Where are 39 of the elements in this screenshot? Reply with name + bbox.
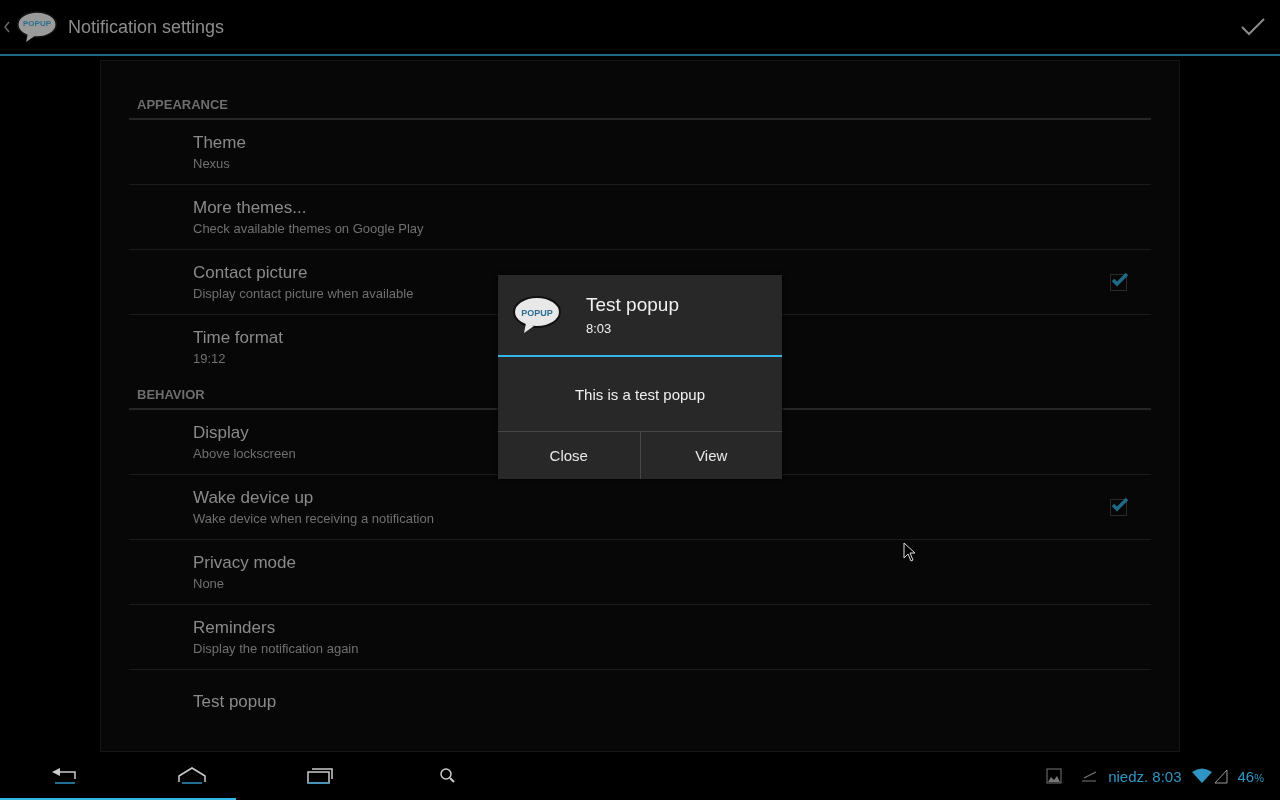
setting-summary: Above lockscreen — [193, 446, 296, 461]
setting-summary: Display the notification again — [193, 641, 359, 656]
setting-summary: Nexus — [193, 156, 230, 171]
screen-title: Notification settings — [68, 16, 225, 38]
section-header: APPEARANCE — [129, 89, 1151, 120]
battery-level: 46% — [1237, 767, 1264, 785]
mouse-cursor-icon — [903, 542, 917, 562]
setting-summary: None — [193, 576, 225, 591]
checkmark-icon[interactable] — [1240, 17, 1266, 37]
dialog-button[interactable]: View — [639, 432, 782, 479]
setting-summary: 19:12 — [193, 351, 226, 366]
recent-apps-icon[interactable] — [306, 767, 334, 785]
setting-summary: Wake device when receiving a notification — [193, 511, 434, 526]
popup-logo: POPUP — [512, 295, 562, 335]
setting-title: Reminders — [193, 618, 276, 638]
wifi-icon — [1191, 768, 1212, 784]
back-icon[interactable] — [50, 767, 78, 785]
setting-title: More themes... — [193, 198, 307, 218]
status-clock: niedz. 8:03 — [1108, 767, 1182, 785]
home-icon[interactable] — [177, 767, 207, 785]
setting-title: Time format — [193, 328, 284, 348]
setting-summary: Check available themes on Google Play — [193, 221, 424, 236]
setting-title: Wake device up — [193, 488, 314, 508]
signal-icon — [1213, 768, 1228, 784]
image-icon[interactable] — [1046, 768, 1063, 784]
setting-title: Contact picture — [193, 263, 308, 283]
setting-title: Theme — [193, 133, 246, 153]
setting-title: Test popup — [193, 692, 277, 712]
search-icon[interactable] — [439, 767, 457, 785]
dialog-time: 8:03 — [586, 321, 613, 336]
setting-summary: Display contact picture when available — [193, 286, 414, 301]
dialog-button[interactable]: Close — [498, 432, 640, 479]
popup-logo: POPUP — [16, 10, 58, 44]
checkbox[interactable] — [1110, 273, 1127, 291]
setting-title: Display — [193, 423, 249, 443]
back-caret-icon[interactable] — [4, 21, 10, 33]
setting-title: Privacy mode — [193, 553, 296, 573]
checkbox[interactable] — [1110, 498, 1127, 516]
dialog-title: Test popup — [586, 294, 679, 316]
